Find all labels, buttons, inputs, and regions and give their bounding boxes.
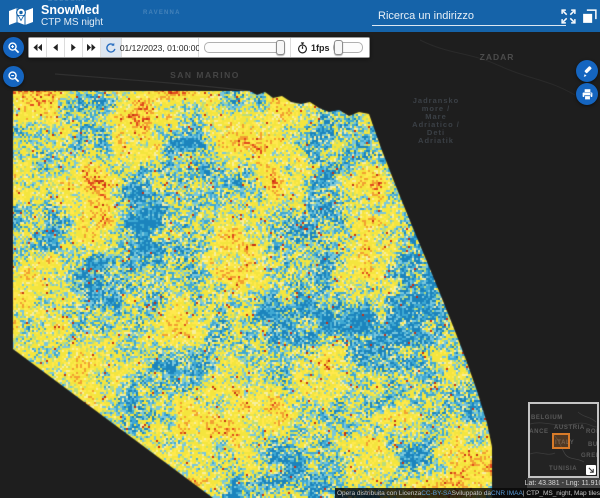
magnifier-plus-icon: [7, 41, 20, 54]
minimap-country-label: ROMA: [586, 429, 599, 435]
skip-end-icon: [86, 43, 97, 52]
overview-minimap[interactable]: BELGIUMFRANCEAUSTRIAROMAITALYBULGGREECET…: [528, 402, 599, 478]
time-slider-panel: [199, 38, 291, 57]
fps-value: 1fps: [311, 43, 330, 53]
app-logo: [8, 5, 34, 27]
app-window: SAN MARINOZADARJadranskomore /MareAdriat…: [0, 0, 600, 498]
minimap-country-label: TUNISIA: [549, 466, 577, 472]
time-slider-thumb[interactable]: [276, 40, 285, 55]
fps-slider[interactable]: [333, 42, 363, 53]
header-basemap-label: RAVENNA: [143, 10, 181, 16]
app-title: SnowMed: [41, 3, 103, 17]
map-pin-logo-icon: [8, 5, 34, 27]
collapse-arrow-icon: [588, 467, 595, 474]
time-slider[interactable]: [204, 42, 285, 53]
print-button[interactable]: [576, 83, 598, 105]
magnifier-minus-icon: [7, 70, 20, 83]
printer-icon: [581, 88, 594, 101]
header-basemap-label: BOLOGNA: [48, 0, 87, 3]
minimap-toggle-button[interactable]: [586, 465, 596, 475]
clock-icon: [297, 42, 308, 54]
time-control-toolbar: 01/12/2023, 01:00:00 1fps: [28, 37, 370, 58]
cursor-coordinates: Lat: 43.381 - Lng: 11.910: [527, 478, 600, 488]
minimap-country-label: FRANCE: [528, 429, 549, 435]
tile-view-icon[interactable]: [581, 8, 598, 25]
minimap-country-label: BULG: [588, 442, 599, 448]
address-search-input[interactable]: [372, 7, 566, 26]
minimap-viewport-rect[interactable]: [552, 433, 570, 449]
zoom-out-button[interactable]: [3, 66, 24, 87]
attribution-text: | CTP_MS_night, Map tiles by Carto,: [523, 490, 600, 497]
minimap-country-label: BELGIUM: [531, 415, 563, 421]
zoom-in-button[interactable]: [3, 37, 24, 58]
app-titles: SnowMed CTP MS night: [41, 3, 103, 28]
fullscreen-icon[interactable]: [560, 8, 577, 25]
step-back-button[interactable]: [47, 38, 65, 57]
play-icon: [69, 43, 78, 52]
minimap-country-label: AUSTRIA: [554, 425, 585, 431]
fps-slider-thumb[interactable]: [334, 40, 343, 55]
skip-start-icon: [32, 43, 43, 52]
raster-overlay-canvas: [0, 0, 600, 498]
attribution-bar: Opera distribuita con Licenza CC-BY-SA S…: [335, 488, 600, 498]
app-header: BOLOGNA RAVENNA SnowMed CTP MS night: [0, 0, 600, 32]
attribution-text: Sviluppato da: [452, 490, 491, 497]
refresh-icon: [105, 42, 117, 54]
speed-panel: 1fps: [291, 38, 369, 57]
map-viewport[interactable]: SAN MARINOZADARJadranskomore /MareAdriat…: [0, 0, 600, 498]
step-back-icon: [51, 43, 60, 52]
org-link[interactable]: CNR IMAA: [491, 490, 523, 497]
minimap-country-label: GREECE: [581, 453, 599, 459]
skip-start-button[interactable]: [29, 38, 47, 57]
license-link[interactable]: CC-BY-SA: [421, 490, 451, 497]
current-datetime: 01/12/2023, 01:00:00: [122, 38, 199, 57]
draw-edit-button[interactable]: [576, 60, 598, 82]
skip-end-button[interactable]: [83, 38, 101, 57]
pencil-icon: [581, 65, 594, 78]
app-subtitle: CTP MS night: [41, 17, 103, 28]
play-button[interactable]: [65, 38, 83, 57]
attribution-text: Opera distribuita con Licenza: [337, 490, 421, 497]
